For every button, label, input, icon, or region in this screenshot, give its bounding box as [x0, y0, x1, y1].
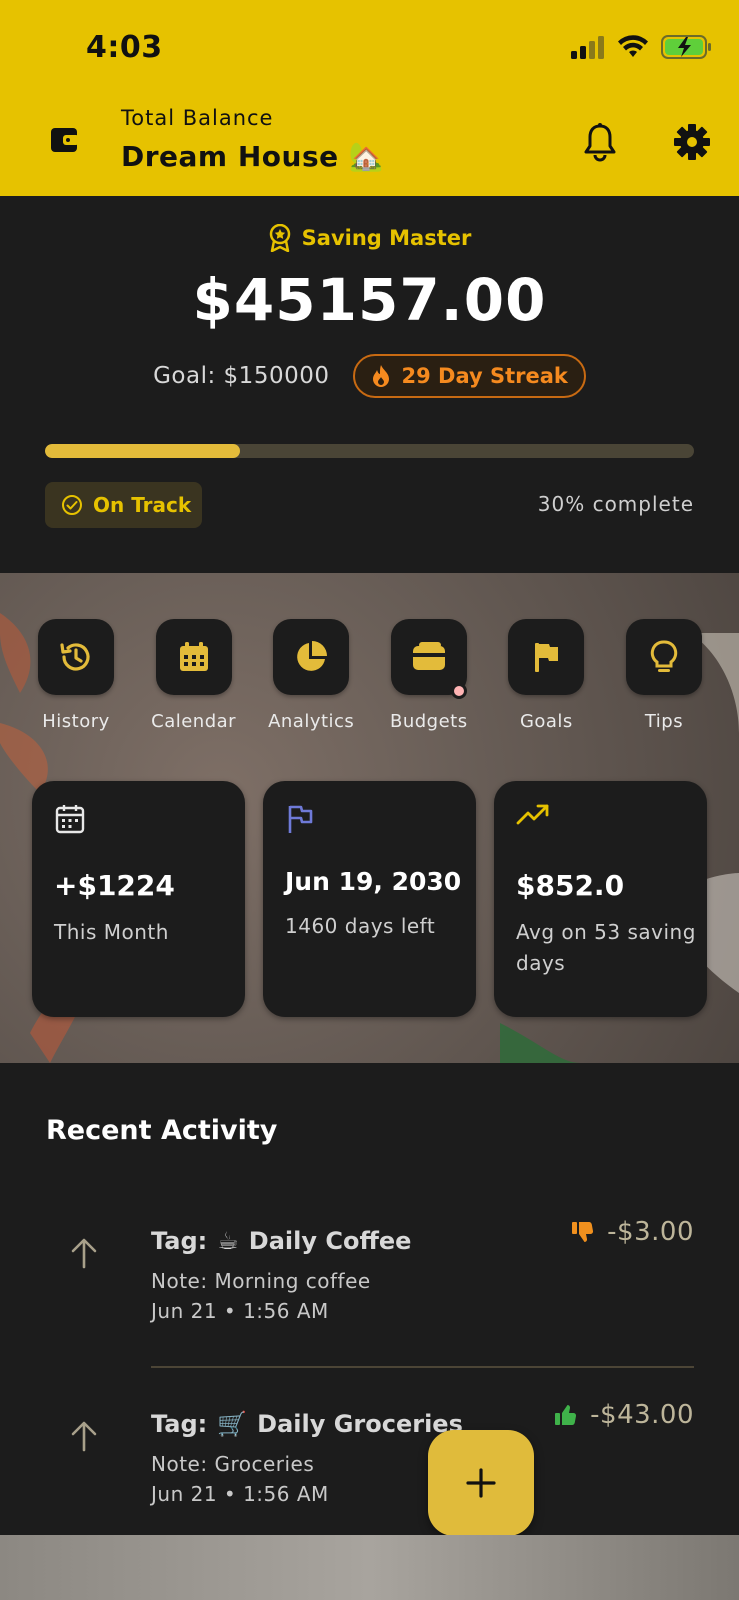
stat-label: This Month	[54, 920, 169, 944]
wallet-icon	[51, 128, 79, 152]
quick-action-label: History	[42, 711, 110, 732]
calendar-icon	[55, 805, 85, 834]
stat-value: +$1224	[54, 869, 175, 902]
activity-tag: Tag: 🛒 Daily Groceries	[151, 1410, 463, 1438]
activity-item[interactable]: Tag: ☕ Daily Coffee Note: Morning coffee…	[0, 1213, 739, 1353]
quick-action-label: Calendar	[151, 711, 237, 732]
dashboard-section: History Calendar Analytics Budgets Goals…	[0, 573, 739, 1063]
award-icon	[269, 224, 290, 252]
flag-icon	[288, 805, 313, 833]
fire-icon	[373, 365, 390, 387]
bell-icon	[584, 123, 616, 162]
check-circle-icon	[62, 495, 82, 515]
stat-cards: +$1224 This Month Jun 19, 2030 1460 days…	[32, 781, 707, 1017]
activity-item[interactable]: Tag: 🛒 Daily Groceries Note: Groceries J…	[0, 1396, 739, 1536]
stat-value: $852.0	[516, 869, 625, 902]
quick-action-tips[interactable]: Tips	[624, 619, 704, 732]
activity-note: Note: Morning coffee	[151, 1269, 371, 1293]
cellular-signal-icon	[571, 36, 604, 59]
add-transaction-button[interactable]	[428, 1430, 534, 1536]
activity-date: Jun 21 • 1:56 AM	[151, 1482, 329, 1506]
stat-card-monthly[interactable]: +$1224 This Month	[32, 781, 245, 1017]
on-track-status: On Track	[45, 482, 202, 528]
stat-value: Jun 19, 2030	[285, 867, 462, 896]
thumbs-down-icon	[572, 1222, 594, 1242]
achievement-badge: Saving Master	[0, 224, 739, 252]
calendar-icon	[179, 642, 208, 671]
gear-icon	[674, 124, 710, 160]
quick-action-analytics[interactable]: Analytics	[268, 619, 355, 732]
tag-name: Daily Groceries	[257, 1410, 463, 1438]
wallet-icon	[412, 642, 445, 670]
thumbs-up-icon	[555, 1405, 577, 1425]
quick-action-label: Goals	[519, 711, 573, 732]
plus-icon	[466, 1468, 496, 1498]
goal-progress-fill	[45, 444, 240, 458]
pie-chart-icon	[297, 641, 328, 671]
activity-amount: -$43.00	[554, 1400, 694, 1430]
wallet-button[interactable]	[44, 116, 86, 164]
goal-progress-bar	[45, 444, 694, 458]
goal-row: Goal: $150000 29 Day Streak	[0, 354, 739, 398]
activity-tag: Tag: ☕ Daily Coffee	[151, 1227, 411, 1255]
lightbulb-icon	[650, 640, 678, 672]
flag-icon	[535, 643, 559, 672]
amount-value: -$3.00	[607, 1217, 694, 1247]
activity-note: Note: Groceries	[151, 1452, 315, 1476]
quick-action-label: Analytics	[268, 711, 355, 732]
app-header: Total Balance Dream House 🏡	[0, 96, 739, 196]
amount-value: -$43.00	[590, 1400, 694, 1430]
header-title: Dream House 🏡	[121, 140, 385, 173]
streak-badge: 29 Day Streak	[353, 354, 586, 398]
status-bar: 4:03	[0, 0, 739, 96]
quick-actions: History Calendar Analytics Budgets Goals…	[36, 619, 704, 732]
stat-card-target-date[interactable]: Jun 19, 2030 1460 days left	[263, 781, 476, 1017]
balance-amount: $45157.00	[192, 266, 547, 334]
quick-action-budgets[interactable]: Budgets	[389, 619, 469, 732]
tag-name: Daily Coffee	[248, 1227, 412, 1255]
section-title: Recent Activity	[46, 1115, 278, 1146]
trending-up-icon	[516, 804, 549, 825]
quick-action-history[interactable]: History	[36, 619, 116, 732]
quick-action-label: Budgets	[389, 711, 468, 732]
settings-button[interactable]	[672, 122, 714, 164]
status-icons	[569, 34, 713, 60]
history-icon	[60, 643, 90, 671]
quick-action-label: Tips	[644, 711, 684, 732]
balance-summary: Saving Master $45157.00 Goal: $150000 29…	[0, 196, 739, 573]
stat-label: Avg on 53 saving days	[516, 920, 696, 975]
quick-action-calendar[interactable]: Calendar	[151, 619, 237, 732]
quick-action-goals[interactable]: Goals	[506, 619, 586, 732]
tag-prefix: Tag:	[151, 1227, 208, 1255]
header-subtitle: Total Balance	[121, 106, 274, 130]
arrow-up-icon	[71, 1238, 97, 1269]
activity-amount: -$3.00	[571, 1217, 694, 1247]
battery-charging-icon	[661, 35, 711, 59]
bottom-background	[0, 1535, 739, 1600]
wifi-icon	[618, 35, 648, 57]
notification-dot	[450, 683, 467, 699]
badge-label: Saving Master	[301, 226, 472, 250]
stat-card-average[interactable]: $852.0 Avg on 53 saving days	[494, 781, 707, 1017]
streak-label: 29 Day Streak	[401, 364, 568, 388]
goal-amount: Goal: $150000	[153, 363, 330, 389]
activity-divider	[151, 1366, 694, 1368]
stat-label: 1460 days left	[285, 914, 436, 938]
tag-emoji: ☕	[217, 1227, 239, 1255]
notifications-button[interactable]	[582, 122, 622, 164]
activity-date: Jun 21 • 1:56 AM	[151, 1299, 329, 1323]
status-label: On Track	[93, 493, 192, 517]
tag-emoji: 🛒	[217, 1410, 248, 1438]
recent-activity: Recent Activity Tag: ☕ Daily Coffee Note…	[0, 1063, 739, 1535]
percent-complete: 30% complete	[537, 492, 694, 516]
tag-prefix: Tag:	[151, 1410, 208, 1438]
arrow-up-icon	[71, 1421, 97, 1452]
status-time: 4:03	[86, 30, 163, 65]
